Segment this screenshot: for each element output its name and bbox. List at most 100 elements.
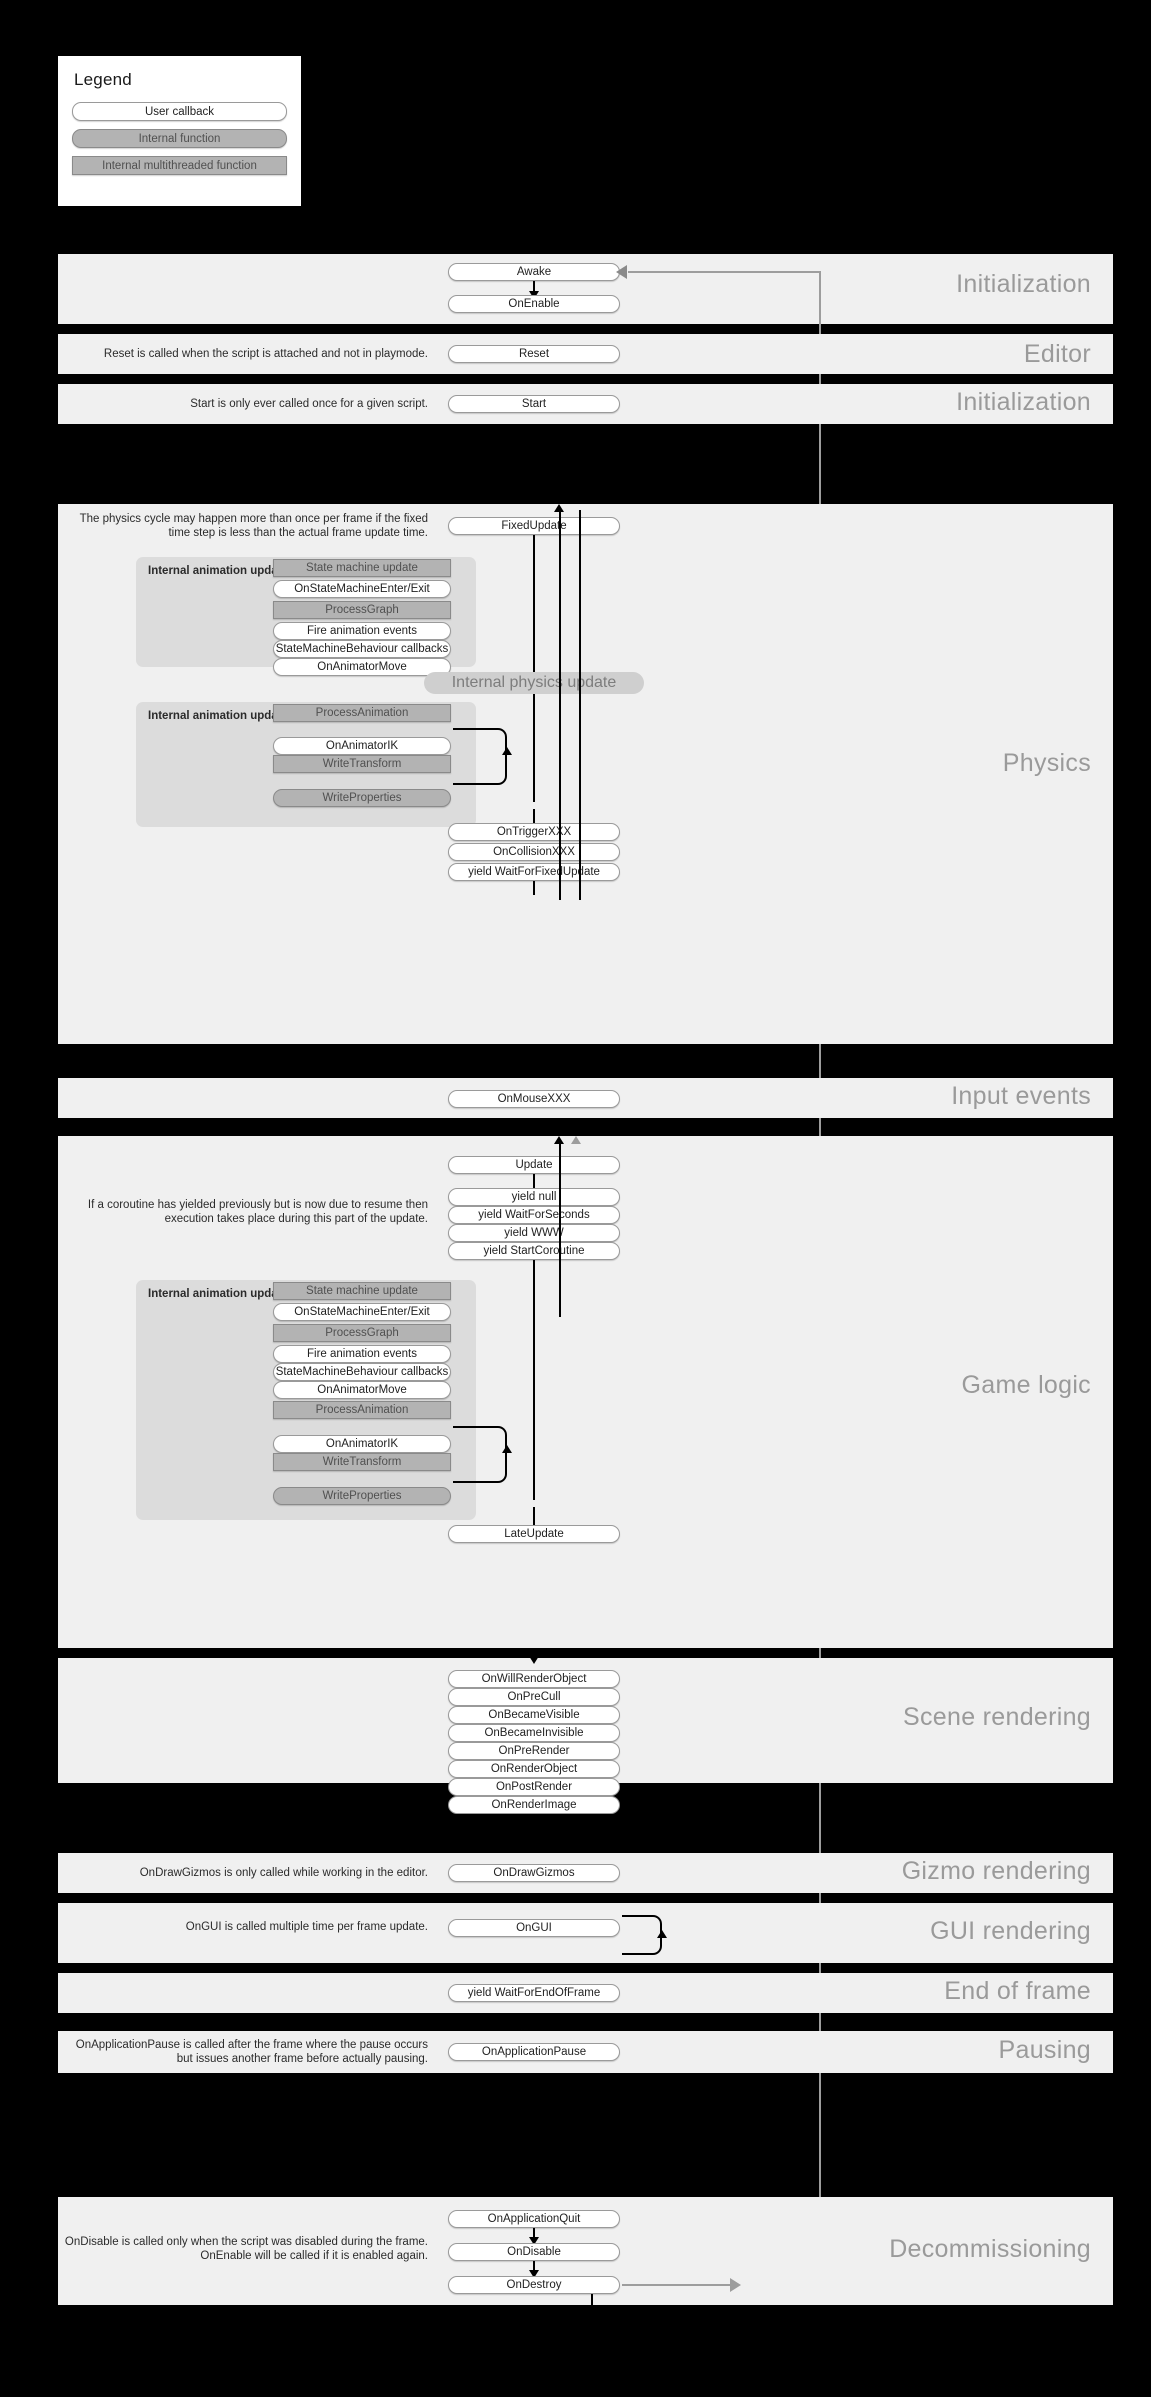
node-statemachinebehaviour-callbacks-gamelogic[interactable]: StateMachineBehaviour callbacks [273,1363,451,1381]
node-state-machine-update-physics[interactable]: State machine update [273,559,451,577]
node-processanimation-physics[interactable]: ProcessAnimation [273,704,451,722]
node-onwillrenderobject[interactable]: OnWillRenderObject [448,1670,620,1688]
node-onbecamevisible[interactable]: OnBecameVisible [448,1706,620,1724]
anim-group-label-physics-1: Internal animation update [148,565,288,577]
gamelogic-loop-arrowhead [554,1136,564,1144]
section-scene-rendering: Scene rendering OnWillRenderObject OnPre… [58,1658,1113,1814]
connector-endofframe-pausing [533,2013,535,2031]
node-yield-waitforfixedupdate[interactable]: yield WaitForFixedUpdate [448,863,620,881]
node-ontriggerxxx[interactable]: OnTriggerXXX [448,823,620,841]
node-onstatemachineenterexit-gamelogic[interactable]: OnStateMachineEnter/Exit [273,1303,451,1321]
legend-row-internal-multithreaded: Internal multithreaded function [72,156,287,175]
return-line-horizontal [628,271,821,273]
node-onanimatorik-gamelogic[interactable]: OnAnimatorIK [273,1435,451,1453]
node-fire-animation-events-gamelogic[interactable]: Fire animation events [273,1345,451,1363]
node-ongui[interactable]: OnGUI [448,1919,620,1937]
node-internal-physics-update[interactable]: Internal physics update [424,672,644,694]
node-onmousexxx[interactable]: OnMouseXXX [448,1090,620,1108]
connector-onenable-reset [533,324,535,334]
node-onapplicationquit[interactable]: OnApplicationQuit [448,2210,620,2228]
section-label-pausing: Pausing [998,2036,1091,2064]
connector-fixedupdate-anim [533,535,535,557]
connector-writeproperties-ontrigger [533,809,535,823]
node-onrenderimage[interactable]: OnRenderImage [448,1796,620,1814]
section-label-editor: Editor [1023,340,1091,368]
connector-scene-gizmo [533,1843,535,1853]
node-yield-null[interactable]: yield null [448,1188,620,1206]
node-writeproperties-gamelogic[interactable]: WriteProperties [273,1487,451,1505]
node-state-machine-update-gamelogic[interactable]: State machine update [273,1282,451,1300]
node-onenable[interactable]: OnEnable [448,295,620,313]
connector-anim-lateupdate [533,1507,535,1525]
exit-arrowhead-ondestroy [730,2278,741,2292]
node-onrenderobject[interactable]: OnRenderObject [448,1760,620,1778]
node-reset[interactable]: Reset [448,345,620,363]
section-initialization-1: Initialization Awake OnEnable [58,254,1113,2251]
node-onanimatormove-gamelogic[interactable]: OnAnimatorMove [273,1381,451,1399]
node-update[interactable]: Update [448,1156,620,1174]
section-label-initialization-2: Initialization [956,388,1091,416]
section-label-decommissioning: Decommissioning [889,2235,1091,2263]
section-label-initialization-1: Initialization [956,270,1091,298]
node-onprecull[interactable]: OnPreCull [448,1688,620,1706]
section-input-events: Input events OnMouseXXX [58,1078,1113,1118]
physics-loop-line-1 [559,510,561,900]
connector-gizmo-gui [533,1893,535,1903]
node-fire-animation-events-physics[interactable]: Fire animation events [273,622,451,640]
note-game-logic: If a coroutine has yielded previously bu… [87,1199,428,1225]
flowchart-page: Legend User callback Internal function I… [0,0,1151,2397]
exit-line-ondestroy [622,2284,732,2286]
node-writetransform-gamelogic[interactable]: WriteTransform [273,1453,451,1471]
section-label-gui-rendering: GUI rendering [930,1917,1091,1945]
node-onpostrender[interactable]: OnPostRender [448,1778,620,1796]
node-writetransform-physics[interactable]: WriteTransform [273,755,451,773]
section-pausing: Pausing OnApplicationPause is called aft… [58,2031,1113,2073]
loop-arrowhead-gamelogic-ik [502,1445,512,1453]
node-ondrawgizmos[interactable]: OnDrawGizmos [448,1864,620,1882]
node-processgraph-physics[interactable]: ProcessGraph [273,601,451,619]
node-onanimatorik-physics[interactable]: OnAnimatorIK [273,737,451,755]
connector-update-yield [533,1174,535,1188]
legend-row-internal-function: Internal function [72,129,287,148]
section-label-end-of-frame: End of frame [944,1977,1091,2005]
node-ondestroy[interactable]: OnDestroy [448,2276,620,2294]
node-onapplicationpause[interactable]: OnApplicationPause [448,2043,620,2061]
node-yield-www[interactable]: yield WWW [448,1224,620,1242]
node-ondisable[interactable]: OnDisable [448,2243,620,2261]
node-writeproperties-physics[interactable]: WriteProperties [273,789,451,807]
loop-arrowhead-ongui [657,1930,667,1938]
connector-physics-out [533,881,535,895]
node-oncollisionxxx[interactable]: OnCollisionXXX [448,843,620,861]
spine-physics-anim1 [533,557,535,677]
arrowhead-scene-rendering [529,1656,539,1664]
section-game-logic: Game logic If a coroutine has yielded pr… [58,1136,1113,1648]
node-statemachinebehaviour-callbacks-physics[interactable]: StateMachineBehaviour callbacks [273,640,451,658]
section-editor: Editor Reset is called when the script i… [58,334,1113,374]
node-processanimation-gamelogic[interactable]: ProcessAnimation [273,1401,451,1419]
connector-yield-anim [533,1260,535,1280]
node-awake[interactable]: Awake [448,263,620,281]
node-yield-waitforseconds[interactable]: yield WaitForSeconds [448,1206,620,1224]
node-processgraph-gamelogic[interactable]: ProcessGraph [273,1324,451,1342]
node-onstatemachineenterexit-physics[interactable]: OnStateMachineEnter/Exit [273,580,451,598]
gamelogic-loop-arrowhead-grey [571,1136,581,1144]
node-onbecameinvisible[interactable]: OnBecameInvisible [448,1724,620,1742]
connector-decommissioning-tail [533,2305,535,2323]
legend-box: Legend User callback Internal function I… [58,56,301,206]
gamelogic-loop-line [559,1142,561,1317]
section-label-input-events: Input events [951,1082,1091,1110]
node-lateupdate[interactable]: LateUpdate [448,1525,620,1543]
legend-swatch-internal-function: Internal function [72,129,287,148]
section-decommissioning: Decommissioning OnDisable is called only… [58,2197,1113,2305]
connector-ondestroy-tail [591,2294,593,2305]
section-initialization-2: Initialization Start is only ever called… [58,384,1113,424]
node-fixedupdate[interactable]: FixedUpdate [448,517,620,535]
node-yield-waitforendofframe[interactable]: yield WaitForEndOfFrame [448,1984,620,2002]
legend-row-user-callback: User callback [72,102,287,121]
node-onanimatormove-physics[interactable]: OnAnimatorMove [273,658,451,676]
node-yield-startcoroutine[interactable]: yield StartCoroutine [448,1242,620,1260]
spine-game-logic-anim [533,1280,535,1500]
node-start[interactable]: Start [448,395,620,413]
node-onprerender[interactable]: OnPreRender [448,1742,620,1760]
section-end-of-frame: End of frame yield WaitForEndOfFrame [58,1973,1113,2013]
